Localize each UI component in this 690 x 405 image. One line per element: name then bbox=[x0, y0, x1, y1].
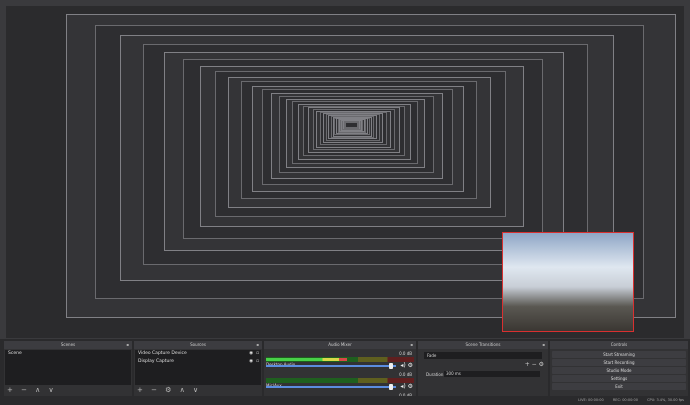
transition-select[interactable]: Fade bbox=[424, 352, 542, 359]
meter-level bbox=[266, 358, 348, 361]
start-streaming-button[interactable]: Start Streaming bbox=[552, 351, 686, 358]
exit-button[interactable]: Exit bbox=[552, 383, 686, 390]
channel-value: 0.0 dB bbox=[399, 351, 412, 356]
dock-area: Scenes ▪ Scene + − ∧ ∨ Sources ▪ Video Cap… bbox=[0, 339, 690, 405]
list-item[interactable]: Video Capture Device ◉ ▫ bbox=[135, 350, 261, 358]
volume-slider[interactable] bbox=[266, 365, 396, 367]
mixer-channel: Mic/Aux0.0 dB◂) ⚙ bbox=[266, 372, 414, 392]
scenes-title: Scenes bbox=[60, 342, 76, 347]
settings-button[interactable]: Settings bbox=[552, 375, 686, 382]
speaker-icon[interactable]: ◂) ⚙ bbox=[400, 383, 413, 390]
studio-mode-button[interactable]: Studio Mode bbox=[552, 367, 686, 374]
undock-icon[interactable]: ▪ bbox=[410, 341, 413, 349]
rec-status: REC: 00:00:00 bbox=[612, 398, 638, 402]
eye-icon[interactable]: ◉ bbox=[249, 351, 253, 357]
source-label: Video Capture Device bbox=[138, 351, 187, 356]
undock-icon[interactable]: ▪ bbox=[542, 341, 545, 349]
list-item[interactable]: Display Capture ◉ ▫ bbox=[135, 358, 261, 366]
preview-canvas: OBS 24.0.3 (32-bit, windows) - Profile: … bbox=[6, 6, 684, 338]
scenes-list[interactable]: Scene bbox=[5, 350, 131, 385]
nested-window-frame bbox=[345, 121, 358, 128]
level-meter bbox=[266, 357, 414, 362]
mixer-channel: Desktop Audio0.0 dB◂) ⚙ bbox=[266, 351, 414, 371]
mixer-title: Audio Mixer bbox=[328, 342, 352, 347]
source-label: Display Capture bbox=[138, 359, 174, 364]
live-status: LIVE: 00:00:00 bbox=[578, 398, 604, 402]
transitions-title: Scene Transitions bbox=[465, 342, 501, 347]
controls-panel: Controls Start Streaming Start Recording… bbox=[550, 341, 688, 396]
scenes-panel: Scenes ▪ Scene + − ∧ ∨ bbox=[4, 341, 132, 396]
volume-knob[interactable] bbox=[389, 363, 394, 369]
transition-toolbar[interactable]: + − ⚙ bbox=[525, 361, 544, 368]
volume-slider[interactable] bbox=[266, 386, 396, 388]
start-recording-button[interactable]: Start Recording bbox=[552, 359, 686, 366]
sources-title: Sources bbox=[190, 342, 206, 347]
sources-list[interactable]: Video Capture Device ◉ ▫ Display Capture ◉ ▫ bbox=[135, 350, 261, 385]
sources-panel: Sources ▪ Video Capture Device ◉ ▫ Display … bbox=[134, 341, 262, 396]
channel-value: 0.0 dB bbox=[399, 372, 412, 377]
lock-icon[interactable]: ▫ bbox=[256, 359, 259, 365]
undock-icon[interactable]: ▪ bbox=[256, 341, 259, 349]
transitions-panel: Scene Transitions ▪ Fade + − ⚙ Duration 3… bbox=[418, 341, 548, 396]
level-meter bbox=[266, 378, 414, 383]
webcam-feed bbox=[502, 232, 634, 332]
status-bar: LIVE: 00:00:00 REC: 00:00:00 CPU: 3.4%, … bbox=[570, 398, 684, 402]
duration-field[interactable]: 300 ms bbox=[444, 371, 540, 377]
sources-toolbar[interactable]: + − ⚙ ∧ ∨ bbox=[137, 386, 201, 395]
scenes-toolbar[interactable]: + − ∧ ∨ bbox=[7, 386, 57, 395]
audio-mixer-panel: Audio Mixer▪ Desktop Audio0.0 dB◂) ⚙Mic/… bbox=[264, 341, 416, 396]
controls-title: Controls bbox=[610, 342, 628, 347]
cpu-status: CPU: 3.4%, 30.00 fps bbox=[647, 398, 684, 402]
volume-knob[interactable] bbox=[389, 384, 394, 390]
speaker-icon[interactable]: ◂) ⚙ bbox=[400, 362, 413, 369]
duration-label: Duration bbox=[426, 372, 444, 377]
channel-value: 0.0 dB bbox=[399, 393, 412, 396]
list-item[interactable]: Scene bbox=[5, 350, 131, 358]
eye-icon[interactable]: ◉ bbox=[249, 359, 253, 365]
undock-icon[interactable]: ▪ bbox=[126, 341, 129, 349]
lock-icon[interactable]: ▫ bbox=[256, 351, 259, 357]
mixer-channel: Video Capture Device0.0 dB◂) ⚙ bbox=[266, 393, 414, 396]
